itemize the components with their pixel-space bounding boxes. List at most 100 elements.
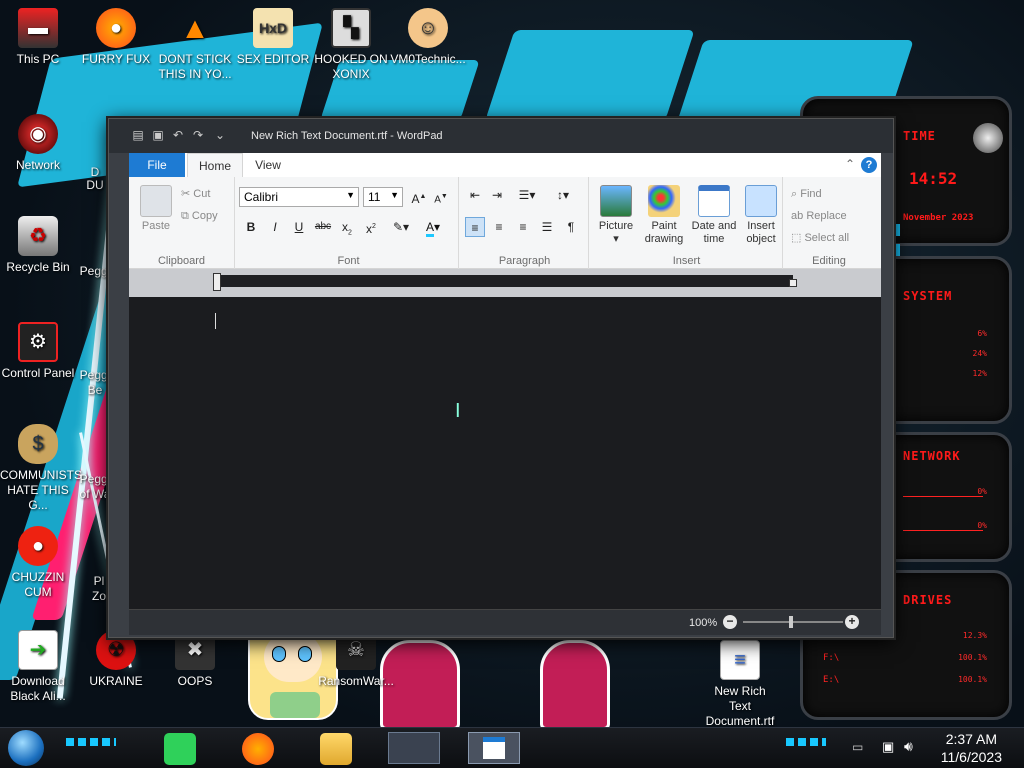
cut-button[interactable]: ✂ Cut	[181, 187, 210, 201]
paint-drawing-button[interactable]: Paint drawing	[639, 185, 689, 246]
document-area[interactable]: I	[129, 297, 881, 609]
underline-button[interactable]: U	[289, 217, 309, 237]
chevron-down-icon: ▼	[346, 190, 355, 200]
align-right-button[interactable]: ≡	[513, 217, 533, 237]
customize-toolbar-icon[interactable]: ⌄	[213, 128, 227, 142]
undo-icon[interactable]: ↶	[171, 128, 185, 142]
wordpad-window[interactable]: ▤ ▣ ↶ ↷ ⌄ New Rich Text Document.rtf - W…	[108, 118, 894, 638]
desktop-icon-dont-stick[interactable]: ▲ DONT STICK THIS IN YO...	[157, 8, 233, 82]
superscript-button[interactable]: x2	[361, 217, 381, 237]
clock-date: 11/6/2023	[940, 749, 1002, 765]
zoom-slider[interactable]	[743, 616, 843, 628]
taskbar-ornament	[786, 738, 826, 746]
paragraph-settings-button[interactable]: ¶	[561, 217, 581, 237]
paragraph-group: ⇤ ⇥ ☰▾ ↕▾ ≡ ≡ ≡ ☰ ¶ Paragraph	[461, 177, 589, 269]
desktop-icon-chuzzin[interactable]: ● CHUZZIN CUM	[0, 526, 76, 600]
text-caret	[215, 313, 216, 329]
start-button[interactable]	[8, 730, 44, 766]
taskbar-firefox-icon[interactable]	[242, 733, 274, 765]
copy-button[interactable]: ⧉ Copy	[181, 209, 218, 223]
calendar-icon	[698, 185, 730, 217]
zoom-level: 100%	[689, 617, 718, 629]
desktop-icon-ransomware[interactable]: ☠ RansomWar...	[318, 630, 394, 689]
paste-button[interactable]: Paste	[137, 185, 175, 233]
zoom-slider-thumb[interactable]	[789, 616, 793, 628]
desktop-icon-network[interactable]: ◉ Network	[0, 114, 76, 173]
taskbar-notes-icon[interactable]	[164, 733, 196, 765]
help-icon[interactable]: ?	[861, 157, 877, 173]
ruler[interactable]	[129, 269, 881, 297]
minimize-ribbon-icon[interactable]: ⌃	[845, 157, 855, 171]
desktop-icon-hooked-on-xonix[interactable]: ▚ HOOKED ON XONIX	[313, 8, 389, 82]
shrink-font-button[interactable]: A▼	[431, 187, 451, 207]
clipboard-group-label: Clipboard	[157, 255, 206, 267]
vlc-icon: ▲	[180, 11, 210, 45]
tab-home[interactable]: Home	[187, 153, 243, 177]
redo-icon[interactable]: ↷	[191, 128, 205, 142]
date-time-button[interactable]: Date and time	[689, 185, 739, 246]
font-group: Calibri ▼ 11 ▼ A▲ A▼ B I U abc x2 x2 ✎▾ …	[239, 177, 459, 269]
italic-button[interactable]: I	[265, 217, 285, 237]
zoom-out-button[interactable]: −	[723, 615, 737, 629]
desktop-icon-control-panel[interactable]: ⚙ Control Panel	[0, 322, 76, 381]
text-color-button[interactable]: A▾	[419, 217, 447, 237]
align-center-button[interactable]: ≡	[489, 217, 509, 237]
desktop-icon-oops[interactable]: ✖ OOPS	[157, 630, 233, 689]
bullets-button[interactable]: ☰▾	[513, 185, 541, 205]
highlight-color-button[interactable]: ✎▾	[387, 217, 415, 237]
palette-icon	[648, 185, 680, 217]
replace-button[interactable]: ab Replace	[791, 209, 847, 223]
desktop-icon-ukraine[interactable]: ☢ UKRAINE	[78, 630, 154, 689]
wordpad-app-icon[interactable]: ▤	[131, 128, 145, 142]
chuzzle-icon: ●	[18, 526, 58, 566]
desktop-icon-communists[interactable]: $ COMMUNISTS HATE THIS G...	[0, 424, 82, 513]
taskbar-clock[interactable]: 2:37 AM 11/6/2023	[941, 730, 1002, 766]
hud-time: 14:52	[909, 169, 958, 188]
select-all-button[interactable]: ⬚ Select all	[791, 231, 849, 245]
strikethrough-button[interactable]: abc	[313, 217, 333, 237]
volume-icon[interactable]: 🔊︎	[904, 738, 913, 755]
align-left-button[interactable]: ≡	[465, 217, 485, 237]
desktop-icon-vm0[interactable]: ☺ VM0Technic...	[390, 8, 466, 67]
tab-file[interactable]: File	[129, 153, 185, 177]
desktop-icon-furry-fux[interactable]: ● FURRY FUX	[78, 8, 154, 67]
desktop-icon-recycle-bin[interactable]: ♻ Recycle Bin	[0, 216, 76, 275]
hud-drive-value: 100.1%	[958, 653, 987, 662]
game-icon: ▚	[331, 8, 371, 48]
insert-object-button[interactable]: Insert object	[739, 185, 783, 246]
hud-network-value: 0%	[977, 487, 987, 496]
download-icon: ➔	[18, 630, 58, 670]
zoom-in-button[interactable]: +	[845, 615, 859, 629]
show-desktop-icon[interactable]: ▭	[852, 740, 863, 754]
tab-view[interactable]: View	[243, 153, 293, 177]
increase-indent-button[interactable]: ⇥	[487, 185, 507, 205]
hud-drive-label: E:\	[823, 675, 840, 685]
desktop-icon-this-pc[interactable]: ▬ This PC	[0, 8, 76, 67]
right-indent-marker[interactable]	[789, 279, 797, 287]
font-size-select[interactable]: 11 ▼	[363, 187, 403, 207]
line-spacing-button[interactable]: ↕▾	[549, 185, 577, 205]
taskbar-active-window[interactable]	[388, 732, 440, 764]
left-indent-marker[interactable]	[213, 273, 221, 291]
subscript-button[interactable]: x2	[337, 217, 357, 237]
paragraph-group-label: Paragraph	[498, 255, 551, 267]
desktop-icon-sex-editor[interactable]: HxD SEX EDITOR	[235, 8, 311, 67]
taskbar-wordpad-button[interactable]	[468, 732, 520, 764]
ribbon-tabs: File Home View ⌃ ?	[129, 153, 881, 177]
text-color-icon: A	[425, 220, 434, 237]
clipboard-group: Paste ✂ Cut ⧉ Copy Clipboard	[129, 177, 235, 269]
desktop-icon-download[interactable]: ➔ Download Black Ali...	[0, 630, 76, 704]
save-icon[interactable]: ▣	[151, 128, 165, 142]
desktop-icon-rtf-document[interactable]: ≡ New Rich Text Document.rtf	[702, 640, 778, 729]
decrease-indent-button[interactable]: ⇤	[465, 185, 485, 205]
title-bar[interactable]: ▤ ▣ ↶ ↷ ⌄ New Rich Text Document.rtf - W…	[109, 119, 893, 153]
editing-group-label: Editing	[812, 255, 846, 267]
network-tray-icon[interactable]: ▣	[882, 739, 894, 755]
find-button[interactable]: ⌕ Find	[791, 187, 822, 201]
justify-button[interactable]: ☰	[537, 217, 557, 237]
grow-font-button[interactable]: A▲	[409, 187, 429, 207]
picture-button[interactable]: Picture ▾	[595, 185, 637, 246]
taskbar-file-explorer-icon[interactable]	[320, 733, 352, 765]
bold-button[interactable]: B	[241, 217, 261, 237]
font-family-select[interactable]: Calibri ▼	[239, 187, 359, 207]
